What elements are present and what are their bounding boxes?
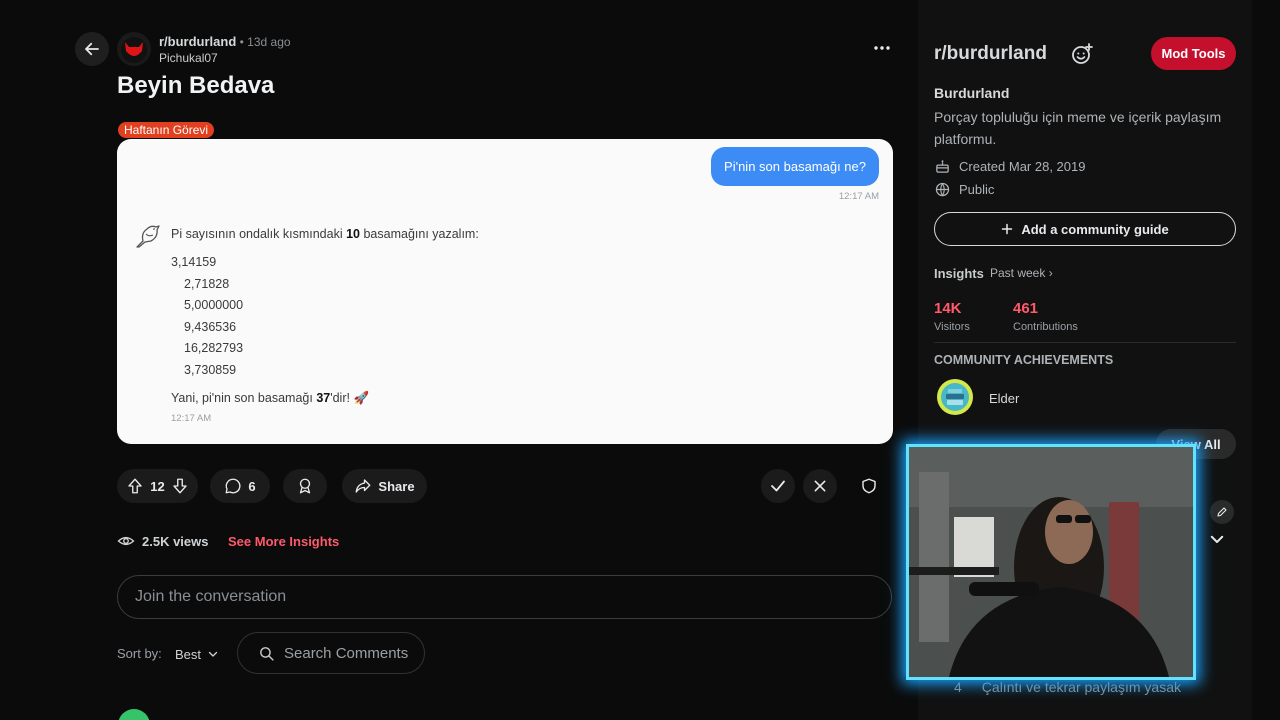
comment-avatar[interactable] xyxy=(118,709,150,720)
achievement-name: Elder xyxy=(989,391,1020,406)
share-label: Share xyxy=(378,478,415,494)
webcam-feed-image xyxy=(909,447,1193,677)
plus-icon xyxy=(1002,223,1013,235)
answer-end-tail: 'dir! 🚀 xyxy=(330,391,370,405)
devil-logo-icon xyxy=(121,37,147,63)
post-age: 13d ago xyxy=(247,35,291,49)
add-community-guide-button[interactable]: Add a community guide xyxy=(934,212,1236,246)
post-meta: r/burdurland • 13d ago Pichukal07 xyxy=(159,34,291,66)
search-comments-input[interactable]: Search Comments xyxy=(237,632,425,674)
comment-input[interactable]: Join the conversation xyxy=(117,575,892,619)
add-emoji-icon[interactable] xyxy=(1070,42,1094,66)
upvote-count: 12 xyxy=(150,478,165,494)
comment-icon xyxy=(225,478,241,494)
created-row: Created Mar 28, 2019 xyxy=(934,158,1085,175)
see-more-insights-link[interactable]: See More Insights xyxy=(228,534,339,549)
achievements-heading: COMMUNITY ACHIEVEMENTS xyxy=(934,353,1114,367)
answer-intro-tail: basamağını yazalım: xyxy=(360,227,479,241)
ellipsis-icon xyxy=(874,46,890,50)
check-icon xyxy=(771,480,785,492)
shield-icon xyxy=(862,478,876,494)
share-button[interactable]: Share xyxy=(342,469,427,503)
created-text: Created Mar 28, 2019 xyxy=(959,159,1086,174)
rule-item[interactable]: 4 Çalıntı ve tekrar paylaşım yasak xyxy=(954,679,1181,695)
answer-number: 16,282793 xyxy=(184,341,244,355)
subreddit-link[interactable]: r/burdurland xyxy=(159,34,236,49)
sort-dropdown[interactable]: Best xyxy=(175,643,219,665)
contributions-value: 461 xyxy=(1013,300,1039,317)
post-image[interactable]: Pi'nin son basamağı ne? 12:17 AM Pi sayı… xyxy=(117,139,893,444)
answer-intro: Pi sayısının ondalık kısmındaki 10 basam… xyxy=(171,227,479,241)
visibility-row: Public xyxy=(934,181,994,198)
view-count: 2.5K views xyxy=(117,532,209,550)
answer-time: 12:17 AM xyxy=(171,413,212,424)
back-button[interactable] xyxy=(75,32,109,66)
community-description: Porçay topluluğu için meme ve içerik pay… xyxy=(934,109,1222,147)
answer-number: 5,0000000 xyxy=(184,298,244,312)
contributions-label: Contributions xyxy=(1013,321,1078,333)
edit-rules-button[interactable] xyxy=(1210,500,1234,524)
visitors-value: 14K xyxy=(934,300,962,317)
share-icon xyxy=(355,479,371,493)
chevron-down-icon xyxy=(208,651,218,657)
subreddit-avatar[interactable] xyxy=(117,32,151,66)
mod-tools-button[interactable]: Mod Tools xyxy=(1151,37,1236,70)
question-time: 12:17 AM xyxy=(838,191,879,202)
answer-conclusion: Yani, pi'nin son basamağı 37'dir! 🚀 xyxy=(171,391,369,406)
answer-intro-text: Pi sayısının ondalık kısmındaki xyxy=(171,227,347,241)
elder-badge-icon[interactable] xyxy=(936,378,974,416)
remove-button[interactable] xyxy=(803,469,837,503)
search-comments-placeholder: Search Comments xyxy=(284,644,409,662)
community-name: Burdurland xyxy=(934,85,1010,101)
search-icon xyxy=(260,646,274,661)
vote-bar: 12 xyxy=(117,469,198,503)
visibility-text: Public xyxy=(959,182,995,197)
eye-icon xyxy=(117,536,135,546)
approve-button[interactable] xyxy=(761,469,795,503)
award-icon xyxy=(299,478,311,494)
answer-intro-bold: 10 xyxy=(346,227,360,241)
award-button[interactable] xyxy=(283,469,327,503)
bird-icon xyxy=(136,225,160,248)
downvote-icon[interactable] xyxy=(171,477,189,495)
more-options-button[interactable] xyxy=(868,36,896,60)
post-title: Beyin Bedava xyxy=(117,72,275,99)
answer-number: 9,436536 xyxy=(184,320,237,334)
arrow-left-icon xyxy=(85,42,99,56)
rule-number: 4 xyxy=(954,679,962,695)
sort-value: Best xyxy=(175,646,202,662)
comments-button[interactable]: 6 xyxy=(210,469,270,503)
question-bubble: Pi'nin son basamağı ne? xyxy=(711,147,879,186)
insights-range-dropdown[interactable]: Past week › xyxy=(990,266,1053,280)
comment-input-placeholder: Join the conversation xyxy=(135,588,287,605)
guide-button-label: Add a community guide xyxy=(1021,221,1169,237)
close-icon xyxy=(814,480,826,492)
post-author[interactable]: Pichukal07 xyxy=(159,50,291,66)
insights-heading: Insights xyxy=(934,266,984,281)
insights-range-label: Past week xyxy=(990,266,1046,280)
answer-number: 3,730859 xyxy=(184,363,237,377)
cake-icon xyxy=(936,160,949,173)
answer-end-text: Yani, pi'nin son basamağı xyxy=(171,391,317,405)
pencil-icon xyxy=(1217,507,1227,517)
answer-end-bold: 37 xyxy=(316,391,331,405)
sort-label: Sort by: xyxy=(117,646,162,661)
views-text: 2.5K views xyxy=(142,533,209,549)
answer-number: 2,71828 xyxy=(184,277,230,291)
comment-count: 6 xyxy=(248,478,256,494)
meta-separator: • xyxy=(239,35,244,49)
globe-icon xyxy=(935,182,950,197)
rule-text: Çalıntı ve tekrar paylaşım yasak xyxy=(981,679,1181,695)
chevron-down-icon[interactable] xyxy=(1208,530,1226,548)
mod-shield-button[interactable] xyxy=(852,469,886,503)
answer-number: 3,14159 xyxy=(171,255,217,269)
sidebar-divider xyxy=(934,342,1236,343)
visitors-label: Visitors xyxy=(934,321,970,333)
post-flair[interactable]: Haftanın Görevi xyxy=(118,122,215,138)
page: r/burdurland • 13d ago Pichukal07 Beyin … xyxy=(0,0,1280,720)
webcam-overlay xyxy=(906,444,1196,680)
sidebar-community-title[interactable]: r/burdurland xyxy=(934,43,1047,65)
upvote-icon[interactable] xyxy=(126,477,144,495)
chevron-right-icon: › xyxy=(1048,266,1053,280)
